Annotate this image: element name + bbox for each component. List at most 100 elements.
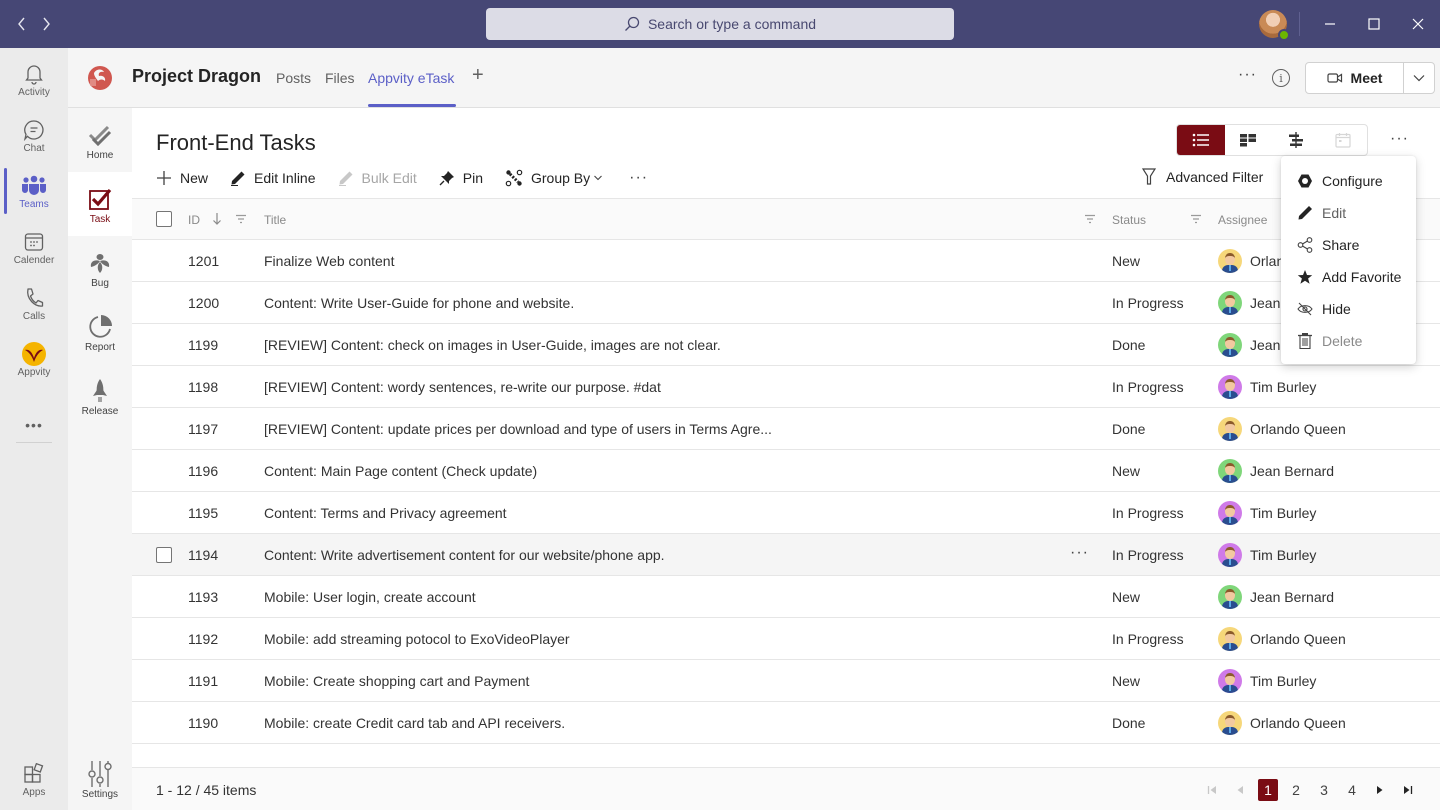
next-page-button[interactable] [1366,779,1394,801]
column-filter-icon[interactable] [235,214,247,224]
back-button[interactable] [12,13,32,35]
new-button[interactable]: New [156,170,208,186]
minimize-button[interactable] [1318,12,1342,36]
avatar [1218,669,1242,693]
rail-item-apps[interactable]: Apps [0,752,68,806]
table-row[interactable]: 1191 Mobile: Create shopping cart and Pay… [132,660,1440,702]
row-checkbox[interactable] [156,547,172,563]
table-row[interactable]: 1201Finalize Web contentNewOrlando Queen [132,240,1440,282]
gantt-view-button[interactable] [1272,125,1320,155]
cell-title[interactable]: Content: Terms and Privacy agreement [264,505,507,521]
cell-title[interactable]: [REVIEW] Content: check on images in Use… [264,337,721,353]
user-avatar[interactable] [1259,10,1290,41]
table-row[interactable]: 1193 Mobile: User login, create account Ne… [132,576,1440,618]
group-by-button[interactable]: Group By [505,169,603,187]
rail-item-calls[interactable]: Calls [0,276,68,330]
cell-title[interactable]: Mobile: Create shopping cart and Payment [264,673,529,689]
menu-item-share[interactable]: Share [1281,229,1416,261]
table-row[interactable]: 1197 [REVIEW] Content: update prices per … [132,408,1440,450]
menu-item-edit[interactable]: Edit [1281,197,1416,229]
table-row[interactable]: 1200 Content: Write User-Guide for phone … [132,282,1440,324]
cell-title[interactable]: [REVIEW] Content: update prices per down… [264,421,772,437]
board-view-button[interactable] [1225,125,1273,155]
page-1-button[interactable]: 1 [1258,779,1278,801]
cell-title[interactable]: Content: Write advertisement content for… [264,547,665,563]
cell-title[interactable]: Mobile: User login, create account [264,589,476,605]
forward-button[interactable] [36,13,56,35]
search-input[interactable]: Search or type a command [486,8,954,40]
sort-descending-icon[interactable] [212,211,222,227]
etask-nav-settings[interactable]: Settings [68,748,132,810]
column-header-assignee[interactable]: Assignee [1218,213,1267,227]
column-header-id[interactable]: ID [188,213,200,227]
team-logo-dragon-icon [88,66,112,90]
etask-nav-task[interactable]: Task [68,172,132,236]
cell-title[interactable]: Content: Main Page content (Check update… [264,463,537,479]
bulk-edit-label: Bulk Edit [361,170,417,186]
edit-inline-button[interactable]: Edit Inline [230,170,316,186]
pin-button[interactable]: Pin [439,170,483,186]
channel-more-button[interactable]: ··· [1238,66,1257,84]
etask-nav-bug[interactable]: Bug [68,236,132,300]
table-row[interactable]: 1190 Mobile: create Credit card tab and A… [132,702,1440,744]
menu-item-hide[interactable]: Hide [1281,293,1416,325]
list-more-button[interactable]: ··· [1390,130,1409,148]
prev-page-button[interactable] [1226,779,1254,801]
info-icon[interactable]: i [1272,69,1290,87]
cell-title[interactable]: [REVIEW] Content: wordy sentences, re-wr… [264,379,661,395]
maximize-button[interactable] [1362,12,1386,36]
rail-item-chat[interactable]: Chat [0,108,68,162]
bulk-edit-button[interactable]: Bulk Edit [338,170,417,186]
menu-item-delete[interactable]: Delete [1281,325,1416,357]
table-row[interactable]: 1199 [REVIEW] Content: check on images in… [132,324,1440,366]
page-4-button[interactable]: 4 [1338,779,1366,801]
column-filter-icon[interactable] [1190,214,1202,224]
cell-title[interactable]: Mobile: create Credit card tab and API r… [264,715,565,731]
first-page-button[interactable] [1198,779,1226,801]
page-3-button[interactable]: 3 [1310,779,1338,801]
add-tab-button[interactable]: + [472,64,484,87]
rail-item-calendar[interactable]: Calender [0,220,68,274]
menu-item-configure[interactable]: Configure [1281,165,1416,197]
cell-status: In Progress [1112,631,1184,647]
rail-item-teams[interactable]: Teams [0,164,68,218]
list-view-button[interactable] [1177,125,1225,155]
cell-title[interactable]: Finalize Web content [264,253,394,269]
calendar-view-button[interactable] [1320,125,1368,155]
table-row[interactable]: 1195 Content: Terms and Privacy agreement… [132,492,1440,534]
table-row[interactable]: 1198 [REVIEW] Content: wordy sentences, r… [132,366,1440,408]
last-page-button[interactable] [1394,779,1422,801]
table-row[interactable]: 1192 Mobile: add streaming potocol to Exo… [132,618,1440,660]
toolbar-more-button[interactable]: ··· [629,169,648,187]
cell-title[interactable]: Mobile: add streaming potocol to ExoVide… [264,631,570,647]
calendar-view-icon [1335,133,1351,148]
column-header-status[interactable]: Status [1112,213,1146,227]
app-rail: Activity Chat Teams Calender Calls Appvi… [0,48,68,810]
cell-id: 1196 [188,463,219,479]
tab-files[interactable]: Files [325,70,355,86]
menu-item-add-favorite[interactable]: Add Favorite [1281,261,1416,293]
advanced-filter-button[interactable]: Advanced Filter [1142,168,1263,186]
task-list: 1201 Finalize Web content New Orlando Queen… [132,240,1440,744]
tab-posts[interactable]: Posts [276,70,311,86]
cell-title[interactable]: Content: Write User-Guide for phone and … [264,295,574,311]
assignee-name: Orlando Queen [1250,715,1346,731]
new-label: New [180,170,209,186]
meet-dropdown-button[interactable] [1404,63,1434,93]
rail-item-activity[interactable]: Activity [0,52,68,106]
rail-item-appvity[interactable]: Appvity [0,332,68,386]
etask-nav-home[interactable]: Home [68,108,132,172]
column-filter-icon[interactable] [1084,214,1096,224]
rail-more-button[interactable]: ••• [0,398,68,452]
etask-nav-report[interactable]: Report [68,300,132,364]
column-header-title[interactable]: Title [264,213,286,227]
table-row[interactable]: 1196 Content: Main Page content (Check up… [132,450,1440,492]
page-2-button[interactable]: 2 [1282,779,1310,801]
table-row[interactable]: 1194 Content: Write advertisement content… [132,534,1440,576]
close-button[interactable] [1406,12,1430,36]
row-more-button[interactable]: ··· [1070,544,1089,562]
tab-appvity-etask[interactable]: Appvity eTask [368,70,454,86]
select-all-checkbox[interactable] [156,211,172,227]
etask-nav-release[interactable]: Release [68,364,132,428]
meet-button[interactable]: Meet [1306,63,1404,93]
